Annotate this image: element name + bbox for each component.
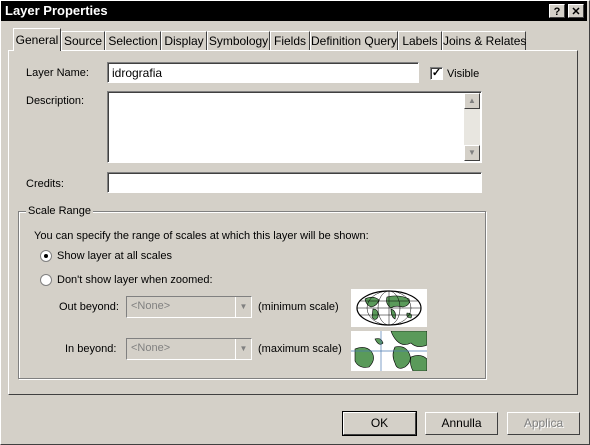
out-beyond-label: Out beyond: [59, 301, 119, 313]
scroll-down-icon[interactable]: ▼ [464, 145, 480, 161]
in-beyond-label: In beyond: [65, 343, 117, 355]
show-all-scales-radio[interactable] [40, 250, 52, 262]
out-beyond-select[interactable]: <None> ▼ [126, 296, 252, 318]
tab-labels[interactable]: Labels [398, 31, 442, 50]
in-beyond-hint: (maximum scale) [258, 343, 342, 355]
cancel-button[interactable]: Annulla [425, 412, 498, 435]
layer-name-label: Layer Name: [26, 67, 89, 79]
tab-definition-query[interactable]: Definition Query [310, 31, 398, 50]
layer-name-value: idrografia [112, 66, 163, 80]
dont-show-zoomed-label[interactable]: Don't show layer when zoomed: [57, 274, 213, 286]
out-beyond-value: <None> [131, 300, 171, 312]
visible-checkbox[interactable]: ✓ [430, 67, 443, 80]
check-icon: ✓ [431, 67, 442, 79]
chevron-down-icon[interactable]: ▼ [235, 339, 251, 359]
tab-selection[interactable]: Selection [105, 31, 161, 50]
scale-range-group-label: Scale Range [26, 205, 93, 217]
tab-fields[interactable]: Fields [270, 31, 310, 50]
in-beyond-select[interactable]: <None> ▼ [126, 338, 252, 360]
apply-button[interactable]: Applica [507, 412, 580, 435]
credits-label: Credits: [26, 178, 64, 190]
help-button[interactable]: ? [549, 4, 565, 18]
scroll-up-icon[interactable]: ▲ [464, 93, 480, 109]
close-button[interactable]: ✕ [568, 4, 584, 18]
credits-input[interactable] [107, 172, 482, 193]
tab-general[interactable]: General [13, 28, 61, 51]
ok-button[interactable]: OK [342, 411, 417, 436]
in-beyond-value: <None> [131, 342, 171, 354]
window-title: Layer Properties [5, 3, 108, 18]
tab-source[interactable]: Source [61, 31, 105, 50]
description-scrollbar[interactable]: ▲ ▼ [464, 93, 480, 161]
show-all-scales-label[interactable]: Show layer at all scales [57, 250, 172, 262]
tab-display[interactable]: Display [161, 31, 207, 50]
world-map-icon [351, 289, 427, 327]
chevron-down-icon[interactable]: ▼ [235, 297, 251, 317]
description-textarea[interactable]: ▲ ▼ [107, 91, 482, 163]
out-beyond-hint: (minimum scale) [258, 301, 339, 313]
layer-name-input[interactable]: idrografia [107, 62, 419, 83]
description-label: Description: [26, 95, 85, 107]
title-bar[interactable]: Layer Properties ? ✕ [1, 1, 587, 21]
close-icon: ✕ [571, 6, 581, 18]
scale-range-intro: You can specify the range of scales at w… [34, 230, 369, 242]
dont-show-zoomed-radio[interactable] [40, 274, 52, 286]
tab-joins-relates[interactable]: Joins & Relates [442, 31, 526, 50]
tab-symbology[interactable]: Symbology [207, 31, 270, 50]
zoomed-map-icon [351, 330, 428, 372]
visible-label: Visible [447, 68, 480, 80]
